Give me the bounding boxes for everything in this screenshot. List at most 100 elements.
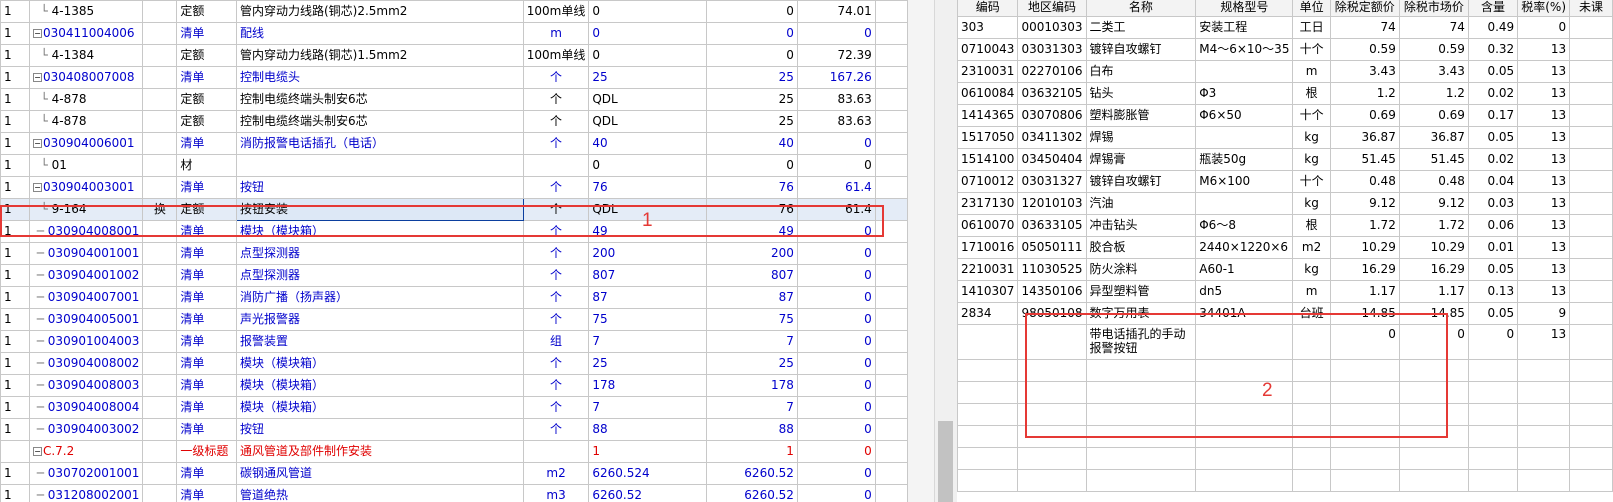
name-cell[interactable]: 控制电缆终端头制安6芯	[235, 88, 524, 111]
material-cell[interactable]: 十个	[1292, 170, 1331, 193]
modified-mark-cell[interactable]	[142, 242, 178, 265]
unit-price-cell[interactable]: 0	[796, 352, 876, 375]
type-cell[interactable]: 清单	[176, 176, 237, 199]
table-row[interactable]: 1 ─ 030904001001 清单 点型探测器个 200 200 0	[0, 242, 908, 265]
table-row[interactable]: 0610070 03633105 冲击钻头 Φ6～8 根 1.72 1.72 0.06 13	[957, 214, 1613, 237]
table-row[interactable]: 1 └ 01 材 0 0 0	[0, 154, 908, 177]
row-number-cell[interactable]: 1	[0, 220, 30, 243]
modified-mark-cell[interactable]	[142, 396, 178, 419]
quantity-expression-cell[interactable]: 7	[588, 396, 708, 419]
quantity-cell[interactable]: 0	[706, 154, 798, 177]
panel-splitter[interactable]	[908, 0, 934, 502]
row-number-cell[interactable]: 1	[0, 110, 30, 133]
material-cell[interactable]: 13	[1517, 236, 1571, 259]
unit-price-cell[interactable]: 0	[796, 154, 876, 177]
new-row-empty-cell[interactable]	[1569, 324, 1613, 360]
empty-cell[interactable]	[957, 425, 1019, 448]
vertical-scrollbar[interactable]	[934, 0, 958, 502]
material-cell[interactable]: 1.17	[1329, 280, 1400, 303]
material-cell[interactable]: M6×100	[1195, 170, 1294, 193]
material-cell[interactable]: 14350106	[1017, 280, 1087, 303]
unit-cell[interactable]: 个	[522, 418, 590, 441]
row-number-cell[interactable]: 1	[0, 462, 30, 485]
empty-cell[interactable]	[1195, 403, 1294, 426]
material-cell[interactable]: 0.13	[1467, 280, 1519, 303]
quantity-expression-cell[interactable]: 76	[588, 176, 708, 199]
quantity-cell[interactable]: 807	[706, 264, 798, 287]
type-cell[interactable]: 清单	[176, 462, 237, 485]
table-row[interactable]: 1414365 03070806 塑料膨胀管 Φ6×50 十个 0.69 0.69 0.17 1…	[957, 104, 1613, 127]
material-cell[interactable]: 74	[1329, 16, 1400, 39]
material-cell[interactable]: 根	[1292, 82, 1331, 105]
unit-cell[interactable]: m2	[522, 462, 590, 485]
material-cell[interactable]: 13	[1517, 148, 1571, 171]
table-row[interactable]: 1 └ 4-878 定额 控制电缆终端头制安6芯个 QDL 25 83.63	[0, 88, 908, 111]
column-header[interactable]: 除税定额价	[1329, 0, 1400, 17]
row-number-cell[interactable]: 1	[0, 396, 30, 419]
table-row[interactable]: 0710043 03031303 镀锌自攻螺钉 M4～6×10～35 十个 0.59 0.5…	[957, 38, 1613, 61]
empty-cell[interactable]	[1292, 381, 1331, 404]
material-cell[interactable]: 16.29	[1329, 258, 1400, 281]
unit-price-cell[interactable]: 167.26	[796, 66, 876, 89]
material-cell[interactable]: Φ6×50	[1195, 104, 1294, 127]
material-cell[interactable]: 13	[1517, 214, 1571, 237]
row-number-cell[interactable]: 1	[0, 330, 30, 353]
quantity-cell[interactable]: 87	[706, 286, 798, 309]
modified-mark-cell[interactable]	[142, 484, 178, 502]
type-cell[interactable]: 定额	[176, 110, 237, 133]
empty-cell[interactable]	[1517, 425, 1571, 448]
material-cell[interactable]: 镀锌自攻螺钉	[1085, 38, 1197, 61]
empty-cell[interactable]	[1569, 381, 1613, 404]
unit-cell[interactable]: 个	[522, 66, 590, 89]
quantity-cell[interactable]: 25	[706, 110, 798, 133]
material-cell[interactable]: kg	[1292, 148, 1331, 171]
quantity-cell[interactable]: 76	[706, 198, 798, 221]
material-cell[interactable]: 36.87	[1398, 126, 1469, 149]
material-cell[interactable]: 0.02	[1467, 82, 1519, 105]
code-cell[interactable]: ─ 030901004003	[28, 330, 144, 353]
material-cell[interactable]: 汽油	[1085, 192, 1197, 215]
material-cell[interactable]: 0.59	[1398, 38, 1469, 61]
extra-cell[interactable]	[874, 396, 908, 419]
empty-cell[interactable]	[1398, 381, 1469, 404]
column-header[interactable]: 地区编码	[1017, 0, 1087, 17]
material-cell[interactable]: 1.17	[1398, 280, 1469, 303]
extra-cell[interactable]	[874, 308, 908, 331]
extra-cell[interactable]	[874, 484, 908, 502]
material-cell[interactable]: 03031303	[1017, 38, 1087, 61]
material-cell[interactable]: 0.17	[1467, 104, 1519, 127]
material-cell[interactable]: 16.29	[1398, 258, 1469, 281]
modified-mark-cell[interactable]: 换	[142, 198, 178, 221]
material-cell[interactable]	[1569, 280, 1613, 303]
material-cell[interactable]: 0.69	[1398, 104, 1469, 127]
table-row[interactable]: 1 ─ 030904008001 清单 模块（模块箱）个 49 49 0	[0, 220, 908, 243]
material-cell[interactable]: 数字万用表	[1085, 302, 1197, 325]
new-row-price-cell[interactable]: 0	[1398, 324, 1469, 360]
extra-cell[interactable]	[874, 154, 908, 177]
material-cell[interactable]: 303	[957, 16, 1019, 39]
material-cell[interactable]: 03411302	[1017, 126, 1087, 149]
material-cell[interactable]: 工日	[1292, 16, 1331, 39]
unit-price-cell[interactable]: 72.39	[796, 44, 876, 67]
material-cell[interactable]	[1569, 148, 1613, 171]
material-cell[interactable]	[1569, 16, 1613, 39]
type-cell[interactable]: 一级标题	[176, 440, 237, 463]
material-cell[interactable]: 03031327	[1017, 170, 1087, 193]
type-cell[interactable]: 定额	[176, 198, 237, 221]
name-cell[interactable]: 点型探测器	[235, 242, 524, 265]
table-row[interactable]: 2834 98050108 数字万用表 34401A 台班 14.85 14.85 0.05 9	[957, 302, 1613, 325]
empty-cell[interactable]	[1085, 381, 1197, 404]
empty-cell[interactable]	[1398, 359, 1469, 382]
unit-price-cell[interactable]: 0	[796, 22, 876, 45]
material-cell[interactable]: 十个	[1292, 38, 1331, 61]
empty-cell[interactable]	[1292, 469, 1331, 492]
name-cell[interactable]	[235, 154, 524, 177]
unit-cell[interactable]: 个	[522, 110, 590, 133]
unit-price-cell[interactable]: 0	[796, 330, 876, 353]
modified-mark-cell[interactable]	[142, 44, 178, 67]
extra-cell[interactable]	[874, 176, 908, 199]
material-cell[interactable]: 03633105	[1017, 214, 1087, 237]
quantity-expression-cell[interactable]: QDL	[588, 88, 708, 111]
empty-cell[interactable]	[1569, 447, 1613, 470]
quantity-cell[interactable]: 200	[706, 242, 798, 265]
